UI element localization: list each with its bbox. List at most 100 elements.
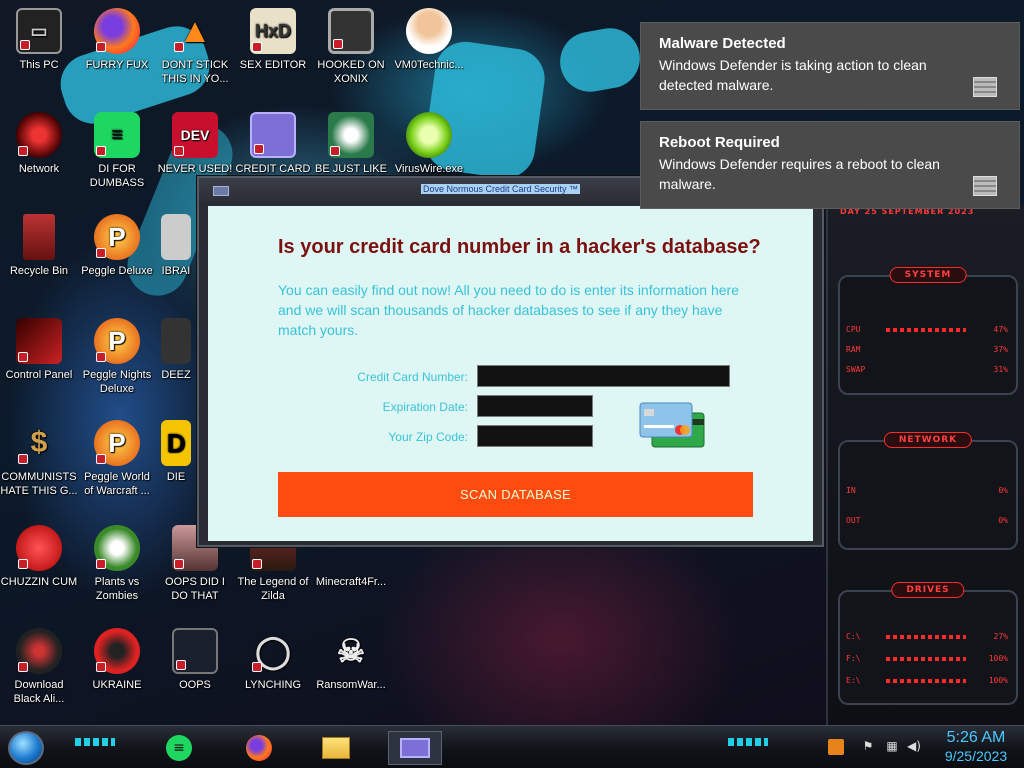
- desktop-icon-be-just-like[interactable]: BE JUST LIKE: [312, 112, 390, 176]
- desktop-icon-furry-fux[interactable]: FURRY FUX: [78, 8, 156, 72]
- money-bag-icon: $: [16, 420, 62, 466]
- file-explorer-icon: [322, 737, 350, 759]
- taskbar: ≡ ⚑ ▦ ◀) 5:26 AM 9/25/2023: [0, 725, 1024, 768]
- flag-icon[interactable]: ⚑: [860, 739, 876, 755]
- defender-wall-icon: [973, 77, 997, 97]
- desktop-icon-vm0technic[interactable]: VM0Technic...: [390, 8, 468, 72]
- defender-wall-icon: [973, 176, 997, 196]
- desktop-icon-oops[interactable]: OOPS: [156, 628, 234, 692]
- taskbar-app-spotify[interactable]: ≡: [156, 731, 202, 765]
- spotify-like-icon: ≡: [94, 112, 140, 158]
- notification-malware-detected[interactable]: Malware Detected Windows Defender is tak…: [640, 22, 1020, 110]
- expiration-date-input[interactable]: [477, 395, 593, 417]
- desktop-icon-label: Peggle Deluxe: [81, 265, 153, 277]
- widget-drive-row: C:\ 27%: [846, 632, 1008, 641]
- volume-icon[interactable]: ◀): [906, 739, 922, 755]
- die-icon: D: [161, 420, 191, 466]
- desktop-icon-peggle-deluxe[interactable]: P Peggle Deluxe: [78, 214, 156, 278]
- shortcut-badge-icon: [96, 662, 106, 672]
- desktop-icon-never-used[interactable]: DEV NEVER USED!: [156, 112, 234, 176]
- widget-row-label: C:\: [846, 632, 861, 641]
- desktop-icon-ibrai[interactable]: IBRAI: [156, 214, 196, 278]
- widget-out-row: OUT 0%: [846, 516, 1008, 525]
- desktop-icon-die[interactable]: D DIE: [156, 420, 196, 484]
- desktop-icon-control-panel[interactable]: Control Panel: [0, 318, 78, 382]
- sound-app-icon[interactable]: [828, 739, 844, 755]
- start-button[interactable]: [8, 731, 44, 765]
- deez-icon: [161, 318, 191, 364]
- shortcut-badge-icon: [96, 248, 106, 258]
- control-panel-icon: [16, 318, 62, 364]
- clock-time: 5:26 AM: [946, 729, 1006, 746]
- vlc-cone-icon: ▲: [172, 8, 218, 54]
- shortcut-badge-icon: [333, 39, 343, 49]
- oops-window-icon: [172, 628, 218, 674]
- taskbar-decoration: [75, 738, 115, 746]
- peggle-nights-icon: P: [94, 318, 140, 364]
- taskbar-app-credit-card[interactable]: [388, 731, 442, 765]
- desktop-icon-sex-editor[interactable]: HxD SEX EDITOR: [234, 8, 312, 72]
- widget-row-label: E:\: [846, 676, 861, 685]
- page-description: You can easily find out now! All you nee…: [278, 282, 739, 338]
- desktop-icon-label: VM0Technic...: [394, 59, 464, 71]
- widget-row-value: 0%: [998, 516, 1008, 525]
- network-tray-icon[interactable]: ▦: [884, 739, 900, 755]
- desktop-icon-ransomware[interactable]: ☠ RansomWar...: [312, 628, 390, 692]
- desktop-icon-label: Peggle World of Warcraft ...: [84, 471, 150, 497]
- zip-code-input[interactable]: [477, 425, 593, 447]
- widget-in-row: IN 0%: [846, 486, 1008, 495]
- notification-reboot-required[interactable]: Reboot Required Windows Defender require…: [640, 121, 1020, 209]
- card-number-input[interactable]: [477, 365, 730, 387]
- desktop-icon-deez[interactable]: DEEZ: [156, 318, 196, 382]
- desktop-icon-recycle-bin[interactable]: Recycle Bin: [0, 214, 78, 278]
- widget-drive-row: E:\ 100%: [846, 676, 1008, 685]
- taskbar-app-file-explorer[interactable]: [313, 731, 359, 765]
- desktop-icon-credit-card[interactable]: CREDIT CARD: [234, 112, 312, 176]
- chuzzle-icon: [16, 525, 62, 571]
- desktop-icon-chuzzin[interactable]: CHUZZIN CUM: [0, 525, 78, 589]
- desktop-icon-label: COMMUNISTS HATE THIS G...: [0, 471, 78, 497]
- doctor-avatar-icon: [406, 8, 452, 54]
- page-title: Is your credit card number in a hacker's…: [278, 236, 761, 258]
- desktop-icon-ukraine[interactable]: UKRAINE: [78, 628, 156, 692]
- desktop-icon-network[interactable]: Network: [0, 112, 78, 176]
- desktop-icon-pvz[interactable]: Plants vs Zombies: [78, 525, 156, 603]
- recycle-bin-icon: [23, 214, 55, 260]
- shortcut-badge-icon: [252, 42, 262, 52]
- desktop-icon-communists[interactable]: $ COMMUNISTS HATE THIS G...: [0, 420, 78, 498]
- widget-drives-title: DRIVES: [891, 582, 965, 598]
- shortcut-badge-icon: [252, 662, 262, 672]
- credit-card-security-window: Dove Normous Credit Card Security ™ Is y…: [197, 176, 824, 547]
- taskbar-clock[interactable]: 5:26 AM 9/25/2023: [936, 729, 1016, 765]
- desktop-icon-hooked-on-xonix[interactable]: HOOKED ON XONIX: [312, 8, 390, 86]
- shortcut-badge-icon: [176, 660, 186, 670]
- desktop-icon-label: NEVER USED!: [157, 163, 233, 175]
- widget-row-value: 37%: [993, 345, 1008, 354]
- desktop-icon-lynching[interactable]: ◯ LYNCHING: [234, 628, 312, 692]
- shortcut-badge-icon: [18, 662, 28, 672]
- desktop-icon-this-pc[interactable]: ▭ This PC: [0, 8, 78, 72]
- taskbar-app-firefox[interactable]: [236, 731, 282, 765]
- desktop-icon-peggle-wow[interactable]: P Peggle World of Warcraft ...: [78, 420, 156, 498]
- scan-database-button[interactable]: SCAN DATABASE: [278, 472, 753, 517]
- desktop-icon-download-black[interactable]: Download Black Ali...: [0, 628, 78, 706]
- widget-bar: [886, 635, 966, 639]
- desktop-icon-dont-stick[interactable]: ▲ DONT STICK THIS IN YO...: [156, 8, 234, 86]
- desktop-icon-label: FURRY FUX: [85, 59, 149, 71]
- peggle-icon: P: [94, 214, 140, 260]
- black-orb-icon: [16, 628, 62, 674]
- desktop-icon-viruswire[interactable]: VirusWire.exe: [390, 112, 468, 176]
- zip-code-label: Your Zip Code:: [388, 430, 468, 444]
- wallpaper-brush-stroke: [555, 23, 645, 97]
- desktop-icon-label: OOPS: [179, 679, 211, 691]
- bonzi-santa-icon: [328, 112, 374, 158]
- desktop-icon-peggle-nights[interactable]: P Peggle Nights Deluxe: [78, 318, 156, 396]
- credit-card-app-icon: [400, 738, 430, 758]
- expiration-date-label: Expiration Date:: [382, 400, 468, 414]
- system-monitor-widget: DAY 25 SEPTEMBER 2023 SYSTEM CPU 47% RAM 3…: [826, 205, 1024, 725]
- window-title: Dove Normous Credit Card Security ™: [421, 184, 581, 194]
- widget-swap-row: SWAP 31%: [846, 365, 1008, 374]
- desktop-icon-di-for-dumbass[interactable]: ≡ DI FOR DUMBASS: [78, 112, 156, 190]
- widget-system-title: SYSTEM: [889, 267, 967, 283]
- peggle-wow-icon: P: [94, 420, 140, 466]
